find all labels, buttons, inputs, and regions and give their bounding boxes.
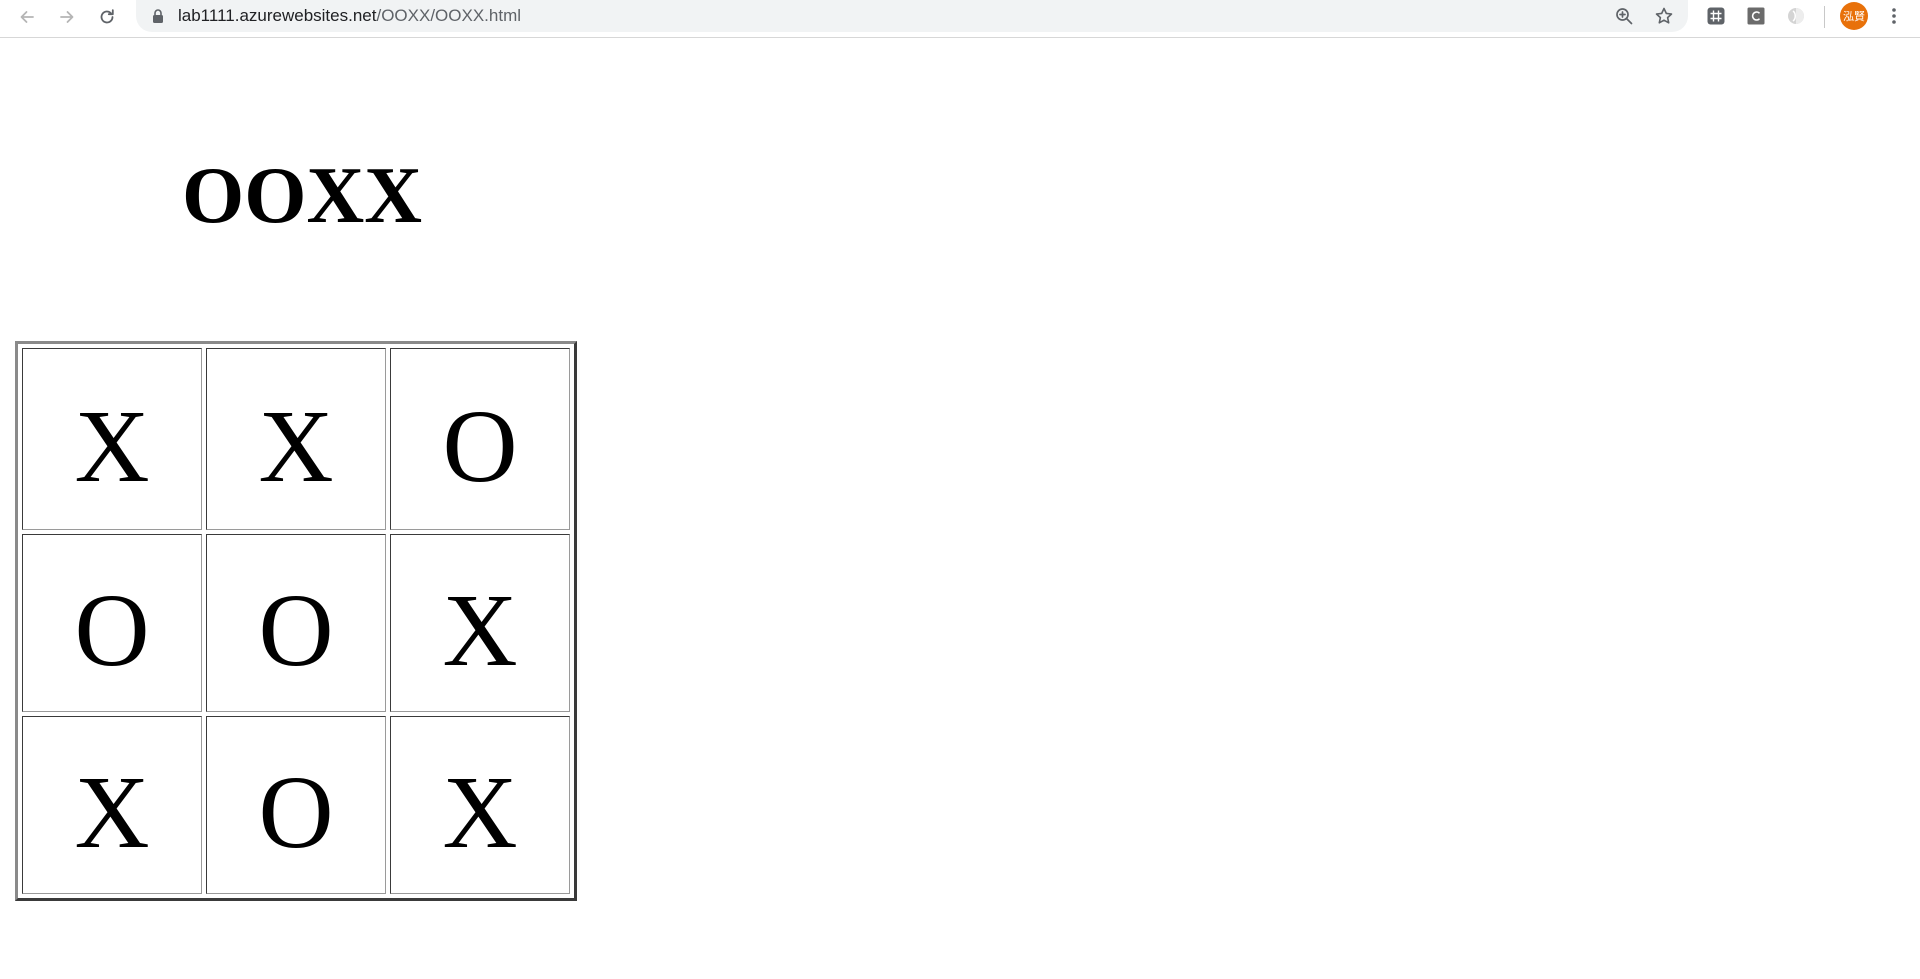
board-row: X O X <box>22 716 570 894</box>
board-cell[interactable]: X <box>22 348 202 530</box>
zoom-button[interactable] <box>1612 4 1636 28</box>
address-bar[interactable]: lab1111.azurewebsites.net/OOXX/OOXX.html <box>136 0 1688 32</box>
board-cell[interactable]: X <box>390 716 570 894</box>
url-host: lab1111.azurewebsites.net <box>178 6 377 25</box>
forward-button[interactable] <box>52 2 82 32</box>
board-cell[interactable]: X <box>22 716 202 894</box>
browser-toolbar: lab1111.azurewebsites.net/OOXX/OOXX.html <box>0 0 1920 38</box>
cell-mark: O <box>258 573 334 688</box>
star-icon <box>1655 7 1673 24</box>
extension-button-3[interactable] <box>1784 4 1808 28</box>
reload-button[interactable] <box>92 2 122 32</box>
board-cell[interactable]: X <box>390 534 570 712</box>
url-text[interactable]: lab1111.azurewebsites.net/OOXX/OOXX.html <box>178 6 521 26</box>
board-cell[interactable]: O <box>390 348 570 530</box>
back-button[interactable] <box>12 2 42 32</box>
toolbar-separator <box>1824 6 1825 28</box>
grid-extension-icon <box>1707 7 1725 25</box>
cell-mark: X <box>258 389 334 504</box>
kebab-menu-icon <box>1892 8 1896 24</box>
back-arrow-icon <box>20 11 34 23</box>
extension-button-1[interactable] <box>1704 4 1728 28</box>
tic-tac-toe-board: X X O O O X X O X <box>15 341 577 901</box>
cell-mark: X <box>74 755 150 870</box>
board-row: O O X <box>22 534 570 712</box>
board-cell[interactable]: X <box>206 348 386 530</box>
menu-button[interactable] <box>1882 4 1906 28</box>
profile-avatar[interactable]: 泓賢 <box>1840 2 1868 30</box>
reload-icon <box>100 9 114 24</box>
board-cell[interactable]: O <box>206 534 386 712</box>
circle-extension-icon <box>1788 8 1804 24</box>
forward-arrow-icon <box>60 11 74 23</box>
extension-button-2[interactable] <box>1744 4 1768 28</box>
c-extension-icon <box>1747 7 1765 25</box>
cell-mark: X <box>442 573 518 688</box>
page-title: OOXX <box>182 152 422 240</box>
url-path: /OOXX/OOXX.html <box>376 6 522 25</box>
cell-mark: X <box>442 755 518 870</box>
zoom-icon <box>1616 8 1633 25</box>
board-cell[interactable]: O <box>206 716 386 894</box>
cell-mark: X <box>74 389 150 504</box>
cell-mark: O <box>258 755 334 870</box>
cell-mark: O <box>74 573 150 688</box>
board-row: X X O <box>22 348 570 530</box>
page-content: OOXX X X O O O X X O X <box>0 38 1920 979</box>
cell-mark: O <box>442 389 518 504</box>
board-cell[interactable]: O <box>22 534 202 712</box>
lock-icon[interactable] <box>150 8 166 24</box>
bookmark-button[interactable] <box>1652 4 1676 28</box>
